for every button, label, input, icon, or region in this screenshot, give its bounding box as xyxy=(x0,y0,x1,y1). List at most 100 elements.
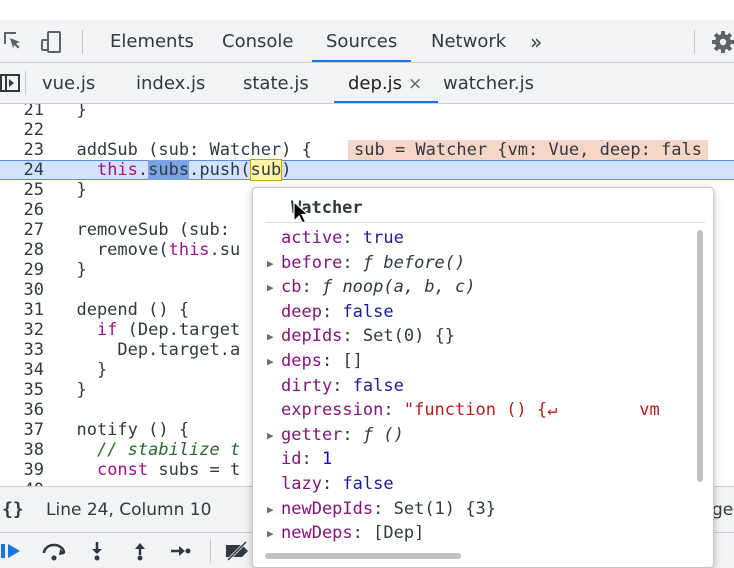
expand-triangle-icon[interactable]: ▶ xyxy=(267,522,281,546)
toggle-navigator-icon[interactable] xyxy=(0,73,22,97)
code-line[interactable]: 24 this.subs.push(sub) xyxy=(0,159,734,181)
property-row: id: 1 xyxy=(267,447,332,471)
device-toolbar-icon[interactable] xyxy=(40,30,64,58)
code-token: .push( xyxy=(189,160,251,180)
property-colon: : xyxy=(342,326,363,347)
popover-divider xyxy=(265,222,705,223)
property-value: Set(0) {} xyxy=(362,326,456,347)
line-number[interactable]: 35 xyxy=(0,380,44,400)
property-value: Set(1) {3} xyxy=(393,498,496,519)
horizontal-scrollbar[interactable] xyxy=(265,553,461,559)
line-number[interactable]: 39 xyxy=(0,460,44,480)
deactivate-breakpoints-icon[interactable] xyxy=(224,540,252,565)
step-icon[interactable] xyxy=(170,541,192,565)
code-line[interactable]: 23 addSub (sub: Watcher) {sub = Watcher … xyxy=(0,140,734,160)
code-line[interactable]: 21 } xyxy=(0,104,734,120)
property-key: lazy xyxy=(281,474,322,494)
expand-triangle-icon[interactable]: ▶ xyxy=(267,350,281,374)
line-number[interactable]: 31 xyxy=(0,300,44,320)
toolbar-divider xyxy=(210,539,211,563)
property-row[interactable]: ▶ deps: [] xyxy=(267,349,363,373)
property-colon: : xyxy=(301,277,322,298)
code-text: notify () { xyxy=(56,420,190,440)
property-colon: : xyxy=(321,301,343,322)
line-number[interactable]: 30 xyxy=(0,280,44,300)
expand-triangle-icon[interactable]: ▶ xyxy=(267,325,281,349)
expand-triangle-icon[interactable]: ▶ xyxy=(267,276,281,300)
property-colon: : xyxy=(352,523,374,544)
property-value: [Dep] xyxy=(373,523,425,544)
mouse-cursor-icon xyxy=(293,200,310,229)
status-right-label: ge xyxy=(712,500,734,520)
line-number[interactable]: 27 xyxy=(0,220,44,240)
expand-triangle-icon[interactable]: ▶ xyxy=(267,424,281,448)
settings-gear-icon[interactable] xyxy=(711,30,734,58)
file-tab-state-js[interactable]: state.js xyxy=(243,63,309,103)
line-number[interactable]: 24 xyxy=(0,161,44,179)
property-row: lazy: false xyxy=(267,472,394,496)
vertical-scrollbar[interactable] xyxy=(697,230,703,482)
close-tab-icon[interactable]: × xyxy=(408,74,422,94)
line-number[interactable]: 25 xyxy=(0,180,44,200)
tab-network[interactable]: Network xyxy=(431,20,506,62)
tab-elements[interactable]: Elements xyxy=(110,20,194,62)
property-key: before xyxy=(281,252,343,273)
property-row[interactable]: ▶ newDeps: [Dep] xyxy=(267,521,424,545)
property-row: dirty: false xyxy=(267,374,404,398)
property-key: deep xyxy=(281,301,322,322)
inline-value-badge: sub = Watcher {vm: Vue, deep: fals xyxy=(348,140,708,160)
property-row: expression: "function () {↵ vm xyxy=(267,398,660,422)
line-number[interactable]: 28 xyxy=(0,240,44,260)
line-number[interactable]: 33 xyxy=(0,340,44,360)
keyword-token: const xyxy=(96,460,149,480)
property-row[interactable]: ▶ before: ƒ before() xyxy=(267,251,465,275)
tab-console[interactable]: Console xyxy=(222,20,293,62)
line-number[interactable]: 29 xyxy=(0,260,44,280)
property-colon: : xyxy=(332,375,353,396)
line-number[interactable]: 38 xyxy=(0,440,44,460)
code-text: depend () { xyxy=(56,300,190,320)
property-key: dirty xyxy=(281,375,333,396)
pretty-print-icon[interactable]: {} xyxy=(2,487,24,533)
property-row[interactable]: ▶ cb: ƒ noop(a, b, c) xyxy=(267,275,476,299)
code-text: remove(this.su xyxy=(56,240,241,260)
code-text: // stabilize t xyxy=(56,440,241,460)
property-key: newDepIds xyxy=(281,498,374,519)
property-row[interactable]: ▶ depIds: Set(0) {} xyxy=(267,324,455,348)
code-text: Dep.target.a xyxy=(56,340,241,360)
code-text: removeSub (sub: xyxy=(56,220,241,240)
file-tab-label: dep.js xyxy=(348,73,403,94)
expand-triangle-icon[interactable]: ▶ xyxy=(267,498,281,522)
property-key: newDeps xyxy=(281,523,353,544)
code-line[interactable]: 22 xyxy=(0,120,734,140)
file-tab-index-js[interactable]: index.js xyxy=(136,63,205,103)
property-colon: : xyxy=(321,351,343,371)
line-number[interactable]: 37 xyxy=(0,420,44,440)
property-row[interactable]: ▶ newDepIds: Set(1) {3} xyxy=(267,497,496,521)
property-key: depIds xyxy=(281,326,343,347)
line-number[interactable]: 23 xyxy=(0,140,44,160)
property-value: "function () {↵ vm xyxy=(403,400,660,421)
line-number[interactable]: 32 xyxy=(0,320,44,340)
step-out-icon[interactable] xyxy=(131,541,149,565)
line-number[interactable]: 22 xyxy=(0,120,44,140)
property-row[interactable]: ▶ getter: ƒ () xyxy=(267,423,404,447)
code-token: sub xyxy=(249,159,283,181)
expand-triangle-icon[interactable]: ▶ xyxy=(267,252,281,276)
inspect-element-icon[interactable] xyxy=(2,30,24,56)
property-colon: : xyxy=(383,400,404,421)
code-text: } xyxy=(56,104,87,120)
step-into-icon[interactable] xyxy=(88,541,106,565)
line-number[interactable]: 34 xyxy=(0,360,44,380)
line-number[interactable]: 36 xyxy=(0,400,44,420)
resume-icon[interactable] xyxy=(0,541,22,565)
tab-sources[interactable]: Sources xyxy=(311,20,412,62)
keyword-token: this xyxy=(168,240,210,260)
more-tabs-button[interactable]: » xyxy=(530,20,542,62)
file-tab-dep-js[interactable]: dep.js × xyxy=(333,63,439,103)
line-number[interactable]: 21 xyxy=(0,104,44,120)
file-tab-vue-js[interactable]: vue.js xyxy=(42,63,95,103)
file-tab-watcher-js[interactable]: watcher.js xyxy=(443,63,534,103)
step-over-icon[interactable] xyxy=(40,541,68,565)
line-number[interactable]: 26 xyxy=(0,200,44,220)
